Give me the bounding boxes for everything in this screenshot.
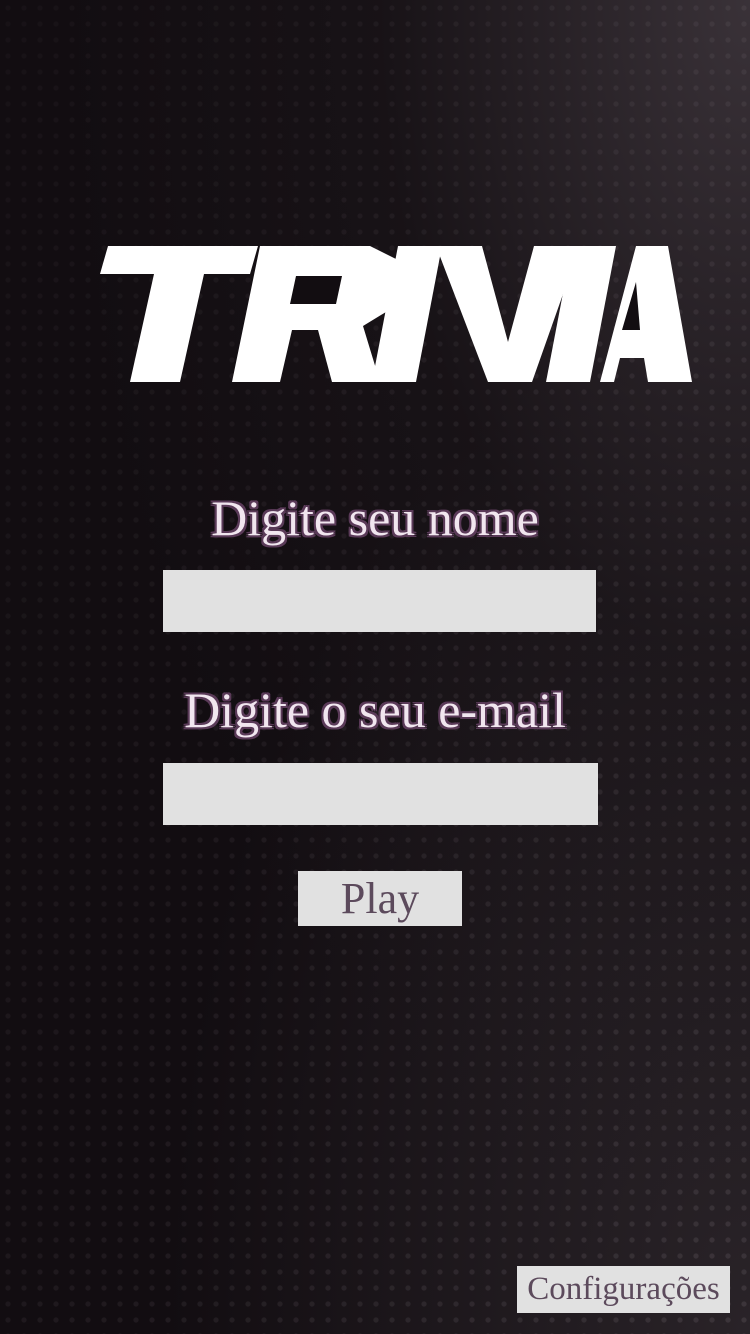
trivia-logo bbox=[80, 246, 692, 384]
email-label: Digite o seu e-mail bbox=[184, 682, 566, 738]
email-input[interactable] bbox=[163, 763, 598, 825]
name-label: Digite seu nome bbox=[211, 490, 539, 546]
name-input[interactable] bbox=[163, 570, 596, 632]
settings-button[interactable]: Configurações bbox=[517, 1266, 730, 1313]
halftone-background bbox=[0, 0, 750, 1334]
login-screen: Digite seu nome Digite o seu e-mail Play… bbox=[0, 0, 750, 1334]
play-button[interactable]: Play bbox=[298, 871, 462, 926]
